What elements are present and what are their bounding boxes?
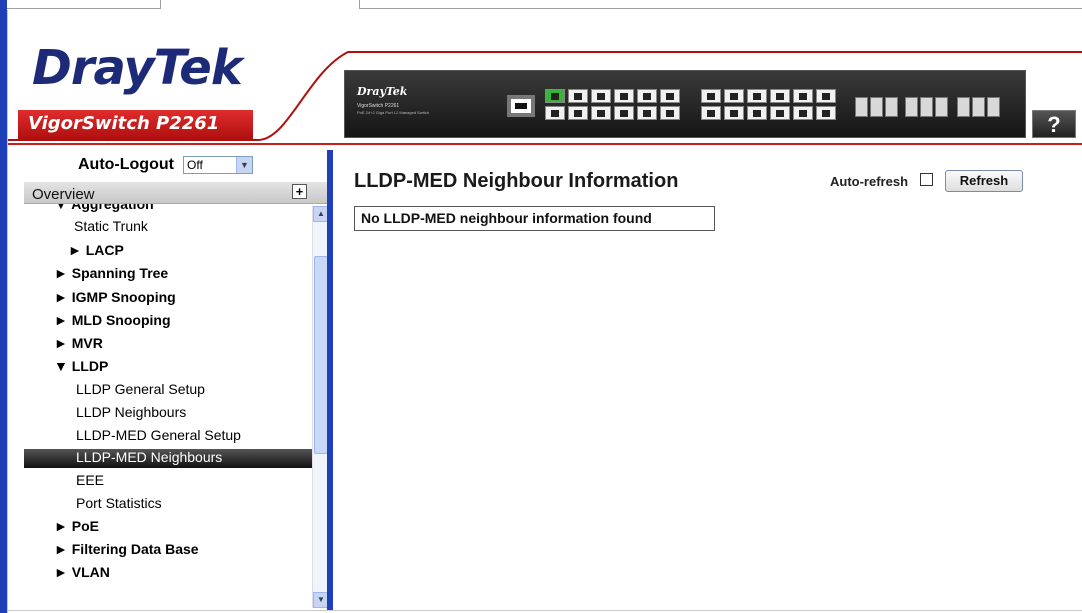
ethernet-port-icon[interactable] [770,89,790,103]
bottom-divider [7,610,1082,611]
menu-item-poe[interactable]: ► PoE [54,518,99,534]
ethernet-port-icon[interactable] [614,89,634,103]
menu-item-mvr[interactable]: ► MVR [54,335,103,351]
ethernet-port-icon[interactable] [747,106,767,120]
menu-item-lacp[interactable]: ► LACP [68,242,124,258]
model-name: VigorSwitch P2261 [28,113,220,134]
ethernet-port-icon[interactable] [660,106,680,120]
logo-tek: Tek [153,40,243,96]
device-description: PoE 24+2 Giga Port L2 Managed Switch [357,110,429,115]
menu-item-filtering-data-base[interactable]: ► Filtering Data Base [54,541,199,557]
ethernet-port-icon[interactable] [747,89,767,103]
ethernet-port-icon[interactable] [701,106,721,120]
sidebar: Auto-Logout Off ▼ Overview + ▼ Aggregati… [8,148,330,610]
help-button[interactable]: ? [1032,110,1076,138]
ethernet-port-icon[interactable] [701,89,721,103]
frame-divider-blue[interactable] [327,150,333,610]
sfp-port-icon[interactable] [855,97,868,117]
ethernet-port-icon[interactable] [591,106,611,120]
device-front-panel: DrayTek VigorSwitch P2261 PoE 24+2 Giga … [344,70,1026,138]
sfp-group-3 [957,97,1000,117]
ethernet-port-icon[interactable] [637,106,657,120]
auto-logout-value: Off [187,158,203,172]
sfp-port-icon[interactable] [905,97,918,117]
menu-item-lldp-neighbours[interactable]: LLDP Neighbours [76,404,186,420]
menu-item-lldp-general-setup[interactable]: LLDP General Setup [76,381,205,397]
ethernet-port-icon[interactable] [591,89,611,103]
tab-strip-line [360,8,1082,9]
menu-item-vlan[interactable]: ► VLAN [54,564,110,580]
auto-refresh-label: Auto-refresh [830,174,909,189]
tab-strip-line [0,8,160,9]
sfp-port-icon[interactable] [987,97,1000,117]
no-neighbour-notice: No LLDP-MED neighbour information found [354,206,715,231]
ethernet-port-icon[interactable] [793,106,813,120]
port-group-2 [701,89,841,120]
menu-item-aggregation[interactable]: ▼ Aggregation [54,204,154,212]
menu-item-lldp-med-general-setup[interactable]: LLDP-MED General Setup [76,427,241,443]
ethernet-port-icon[interactable] [816,89,836,103]
chevron-down-icon[interactable]: ▼ [236,157,252,173]
auto-logout-select[interactable]: Off ▼ [183,156,253,174]
auto-logout-label: Auto-Logout [78,156,174,173]
ethernet-port-icon[interactable] [724,89,744,103]
auto-refresh-checkbox[interactable] [920,173,933,186]
main-content: LLDP-MED Neighbour Information Auto-refr… [334,150,1082,610]
expand-plus-icon[interactable]: + [292,184,307,199]
logo-dray: Dray [32,40,155,96]
sfp-port-icon[interactable] [957,97,970,117]
ethernet-port-icon[interactable] [568,89,588,103]
ethernet-port-icon[interactable] [770,106,790,120]
menu-item-port-statistics[interactable]: Port Statistics [76,495,162,511]
overview-label: Overview [32,186,95,203]
refresh-button[interactable]: Refresh [945,170,1023,192]
menu-item-igmp-snooping[interactable]: ► IGMP Snooping [54,289,176,305]
header-banner: DrayTek VigorSwitch P2261 DrayTek VigorS… [8,12,1082,147]
ethernet-port-icon[interactable] [724,106,744,120]
menu-item-eee[interactable]: EEE [76,472,104,488]
ethernet-port-icon[interactable] [545,106,565,120]
sfp-group-2 [905,97,948,117]
ethernet-port-icon[interactable] [614,106,634,120]
ethernet-port-icon[interactable] [793,89,813,103]
sfp-port-icon[interactable] [920,97,933,117]
console-port-icon [507,95,535,117]
left-frame-edge [0,0,7,613]
browser-tab[interactable] [160,0,360,9]
overview-header[interactable]: Overview + [24,182,330,204]
scroll-thumb[interactable] [314,256,328,454]
menu-item-mld-snooping[interactable]: ► MLD Snooping [54,312,171,328]
device-model-label: VigorSwitch P2261 [357,103,400,109]
menu-item-lldp-med-neighbours[interactable]: LLDP-MED Neighbours [24,449,312,468]
draytek-logo: DrayTek [32,40,243,96]
menu-scrollbar[interactable]: ▲ ▼ [312,206,329,608]
ethernet-port-icon[interactable] [568,106,588,120]
sfp-group-1 [855,97,898,117]
device-brand: DrayTek [357,85,408,98]
nav-menu: ▼ Aggregation Static Trunk ► LACP ► Span… [24,204,312,610]
ethernet-port-icon[interactable] [545,89,565,103]
port-group-1 [545,89,685,120]
page-title: LLDP-MED Neighbour Information [354,170,679,192]
sfp-port-icon[interactable] [870,97,883,117]
sfp-port-icon[interactable] [885,97,898,117]
ethernet-port-icon[interactable] [816,106,836,120]
menu-item-spanning-tree[interactable]: ► Spanning Tree [54,265,168,281]
ethernet-port-icon[interactable] [637,89,657,103]
sfp-port-icon[interactable] [935,97,948,117]
ethernet-port-icon[interactable] [660,89,680,103]
menu-item-static-trunk[interactable]: Static Trunk [74,218,148,234]
sfp-port-icon[interactable] [972,97,985,117]
menu-item-lldp[interactable]: ▼ LLDP [54,358,108,374]
